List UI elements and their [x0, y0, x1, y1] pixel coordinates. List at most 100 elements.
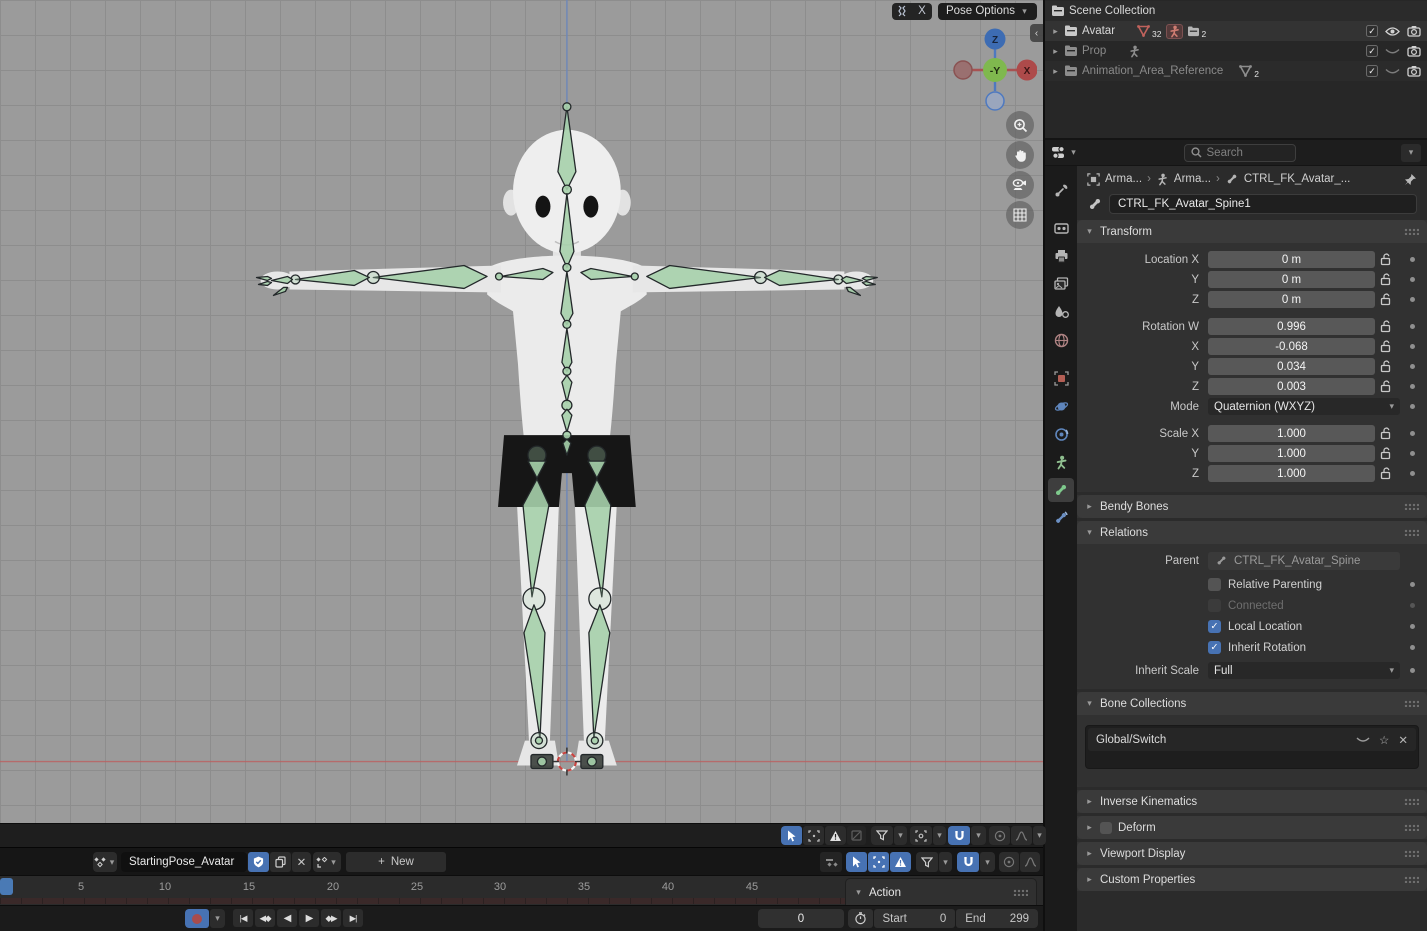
relative-parenting-checkbox[interactable] [1208, 578, 1221, 591]
editor-type-dropdown[interactable]: ▾ [1051, 146, 1078, 159]
lock-open-icon[interactable] [1380, 380, 1392, 393]
panel-transform-header[interactable]: ▾ Transform [1077, 220, 1427, 243]
panel-custom-properties-header[interactable]: ▸ Custom Properties [1077, 868, 1427, 891]
panel-drag-handle[interactable] [1404, 876, 1419, 883]
tab-bone[interactable] [1048, 478, 1074, 502]
animate-decorator[interactable] [1410, 645, 1415, 650]
current-frame-field[interactable]: 0 [758, 909, 844, 928]
falloff-button[interactable] [1011, 826, 1032, 845]
search-input[interactable]: Search [1184, 144, 1296, 162]
panel-deform-header[interactable]: ▸ Deform [1077, 816, 1427, 839]
animate-decorator[interactable] [1410, 257, 1415, 262]
tab-output[interactable] [1048, 244, 1074, 268]
falloff-button-2[interactable] [1020, 852, 1040, 872]
pose-options-dropdown[interactable]: Pose Options ▾ [938, 3, 1037, 20]
lock-open-icon[interactable] [1380, 273, 1392, 286]
auto-key-toggle[interactable] [185, 909, 209, 928]
filter-chevron[interactable]: ▾ [894, 826, 907, 845]
outliner-row-prop[interactable]: ▸ Prop ✓ [1045, 41, 1427, 61]
deform-checkbox[interactable] [1100, 822, 1112, 834]
bone-name-input[interactable]: CTRL_FK_Avatar_Spine1 [1109, 194, 1417, 214]
eye-closed-icon[interactable] [1385, 46, 1400, 57]
tab-view-layer[interactable] [1048, 272, 1074, 296]
rotation-mode-dropdown[interactable]: Quaternion (WXYZ)▾ [1208, 398, 1400, 415]
gizmo-neg-x[interactable] [954, 61, 972, 79]
exclude-checkbox[interactable]: ✓ [1366, 65, 1378, 77]
snap-chevron-2[interactable]: ▾ [980, 852, 995, 872]
snap-toggle[interactable] [948, 826, 970, 845]
proportional-edit-toggle[interactable] [989, 826, 1010, 845]
lock-open-icon[interactable] [1380, 467, 1392, 480]
properties-filter-chevron[interactable]: ▾ [1401, 144, 1421, 162]
new-action-button[interactable]: + New [346, 852, 446, 872]
tab-physics[interactable] [1048, 394, 1074, 418]
animate-decorator[interactable] [1410, 624, 1415, 629]
layered-anim-toggle[interactable] [820, 852, 842, 872]
inherit-scale-dropdown[interactable]: Full▾ [1208, 662, 1400, 679]
pan-button[interactable] [1006, 141, 1034, 169]
filter-button-2[interactable] [916, 852, 938, 872]
play-button[interactable]: ▶ [299, 909, 319, 927]
lock-open-icon[interactable] [1380, 447, 1392, 460]
tab-world[interactable] [1048, 328, 1074, 352]
mirror-snap-button[interactable] [892, 3, 912, 20]
jump-to-start-button[interactable]: |◀ [233, 909, 253, 927]
tab-scene[interactable] [1048, 300, 1074, 324]
show-errors-toggle-2[interactable] [890, 852, 911, 872]
scale-y-field[interactable]: 1.000 [1208, 445, 1375, 462]
animate-decorator[interactable] [1410, 451, 1415, 456]
jump-to-end-button[interactable]: ▶| [343, 909, 363, 927]
playhead[interactable] [0, 878, 13, 895]
panel-drag-handle[interactable] [1404, 850, 1419, 857]
filter-chevron-2[interactable]: ▾ [939, 852, 952, 872]
keying-dropdown[interactable]: ▾ [313, 852, 341, 872]
snap-toggle-2[interactable] [957, 852, 979, 872]
animate-decorator[interactable] [1410, 431, 1415, 436]
bone-collection-item[interactable]: Global/Switch ☆ ✕ [1088, 728, 1416, 751]
panel-drag-handle[interactable] [1404, 503, 1419, 510]
timeline-ruler[interactable]: 5 10 15 20 25 30 35 40 45 ▾ Action [0, 875, 1043, 905]
normalize-toggle[interactable] [847, 826, 866, 845]
animate-decorator[interactable] [1410, 404, 1415, 409]
tab-object-data[interactable] [1048, 450, 1074, 474]
show-hidden-toggle-2[interactable] [868, 852, 889, 872]
eye-closed-icon[interactable] [1385, 66, 1400, 77]
proportional-edit-toggle-2[interactable] [999, 852, 1019, 872]
animate-decorator[interactable] [1410, 277, 1415, 282]
expand-icon[interactable]: ▸ [1051, 26, 1060, 37]
prev-keyframe-button[interactable]: ◀◆ [255, 909, 275, 927]
eye-closed-icon[interactable] [1356, 735, 1370, 745]
show-errors-toggle[interactable] [825, 826, 846, 845]
outliner-row-avatar[interactable]: ▸ Avatar 32 2 ✓ [1045, 21, 1427, 41]
eye-open-icon[interactable] [1385, 26, 1400, 37]
location-y-field[interactable]: 0 m [1208, 271, 1375, 288]
panel-drag-handle[interactable] [1013, 889, 1028, 896]
panel-viewport-display-header[interactable]: ▸ Viewport Display [1077, 842, 1427, 865]
lock-open-icon[interactable] [1380, 293, 1392, 306]
snap-target-button[interactable] [910, 826, 932, 845]
lock-open-icon[interactable] [1380, 340, 1392, 353]
only-selected-toggle-2[interactable] [846, 852, 867, 872]
expand-icon[interactable]: ▸ [1051, 46, 1060, 57]
render-camera-icon[interactable] [1407, 45, 1421, 57]
rotation-z-field[interactable]: 0.003 [1208, 378, 1375, 395]
active-armature-badge[interactable] [1166, 24, 1183, 39]
breadcrumb-object[interactable]: Arma... [1105, 173, 1142, 185]
panel-inverse-kinematics-header[interactable]: ▸ Inverse Kinematics [1077, 790, 1427, 813]
lock-open-icon[interactable] [1380, 427, 1392, 440]
tab-object-constraints[interactable] [1048, 422, 1074, 446]
location-z-field[interactable]: 0 m [1208, 291, 1375, 308]
render-camera-icon[interactable] [1407, 25, 1421, 37]
exclude-checkbox[interactable]: ✓ [1366, 45, 1378, 57]
animate-decorator[interactable] [1410, 344, 1415, 349]
panel-drag-handle[interactable] [1404, 700, 1419, 707]
lock-open-icon[interactable] [1380, 320, 1392, 333]
location-x-field[interactable]: 0 m [1208, 251, 1375, 268]
only-selected-toggle[interactable] [781, 826, 802, 845]
frame-start-field[interactable]: Start0 [874, 909, 956, 928]
remove-icon[interactable]: ✕ [1398, 733, 1408, 747]
frame-end-field[interactable]: End299 [956, 909, 1038, 928]
panel-bendy-bones-header[interactable]: ▸ Bendy Bones [1077, 495, 1427, 518]
tab-tool[interactable] [1048, 178, 1074, 202]
camera-view-button[interactable] [1006, 171, 1034, 199]
